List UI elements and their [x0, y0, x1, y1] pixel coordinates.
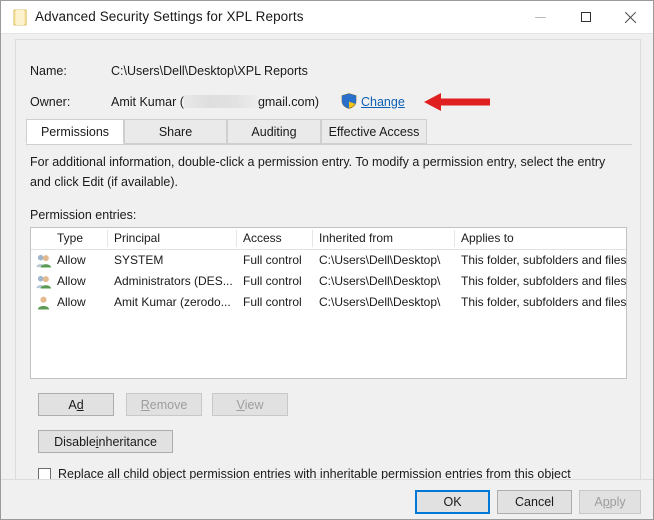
group-users-icon: [36, 254, 51, 268]
ok-button[interactable]: OK: [415, 490, 490, 514]
apply-button[interactable]: Ap ply: [579, 490, 641, 514]
redacted-email-block: [183, 95, 258, 108]
cell-principal: SYSTEM: [114, 253, 164, 267]
owner-value: Amit Kumar ( gmail.com): [111, 95, 319, 109]
close-icon: [624, 11, 637, 24]
cell-type: Allow: [57, 274, 86, 288]
owner-label: Owner:: [30, 95, 71, 109]
folder-icon: [13, 9, 27, 26]
maximize-icon: [580, 12, 591, 22]
cell-type: Allow: [57, 295, 86, 309]
remove-button[interactable]: Remove: [126, 393, 202, 416]
change-owner-link[interactable]: Change: [361, 95, 405, 109]
cell-applies-to: This folder, subfolders and files: [461, 295, 627, 309]
remove-label-post: emove: [149, 397, 188, 412]
tab-auditing[interactable]: Auditing: [227, 119, 321, 144]
table-row[interactable]: Allow Administrators (DES... Full contro…: [31, 271, 626, 292]
inherit-label-pre: Disable: [54, 434, 96, 449]
column-separator[interactable]: [454, 230, 455, 247]
cell-inherited-from: C:\Users\Dell\Desktop\: [319, 253, 441, 267]
name-value: C:\Users\Dell\Desktop\XPL Reports: [111, 64, 308, 78]
cell-inherited-from: C:\Users\Dell\Desktop\: [319, 295, 441, 309]
cell-applies-to: This folder, subfolders and files: [461, 274, 627, 288]
add-label-pre: A: [68, 397, 77, 412]
remove-label-accel: R: [140, 397, 150, 412]
disable-inheritance-button[interactable]: Disable i nheritance: [38, 430, 173, 453]
table-row[interactable]: Allow Amit Kumar (zerodo... Full control…: [31, 292, 626, 313]
column-header-access[interactable]: Access: [243, 231, 282, 245]
apply-label-accel: p: [602, 495, 610, 509]
minimize-icon: [535, 16, 546, 18]
tab-permissions[interactable]: Permissions: [26, 119, 124, 144]
tab-share[interactable]: Share: [124, 119, 227, 144]
permission-entries-label: Permission entries:: [30, 208, 137, 222]
close-button[interactable]: [608, 1, 653, 33]
column-separator[interactable]: [107, 230, 108, 247]
column-separator[interactable]: [312, 230, 313, 247]
cell-access: Full control: [243, 295, 302, 309]
window-title: Advanced Security Settings for XPL Repor…: [35, 9, 304, 24]
title-bar: Advanced Security Settings for XPL Repor…: [1, 1, 653, 34]
info-text: For additional information, double-click…: [30, 155, 606, 189]
view-button[interactable]: View: [212, 393, 288, 416]
column-header-principal[interactable]: Principal: [114, 231, 160, 245]
table-header-row: Type Principal Access Inherited from App…: [31, 228, 626, 250]
name-label: Name:: [30, 64, 67, 78]
red-arrow-icon: [424, 93, 490, 111]
cell-principal: Amit Kumar (zerodo...: [114, 295, 231, 309]
group-users-icon: [36, 275, 51, 289]
tab-effective-access[interactable]: Effective Access: [321, 119, 427, 144]
cell-access: Full control: [243, 274, 302, 288]
tab-strip: Permissions Share Auditing Effective Acc…: [26, 119, 632, 145]
single-user-icon: [37, 296, 50, 310]
apply-label-pre: A: [594, 495, 603, 509]
owner-name-suffix: gmail.com): [257, 95, 320, 109]
cell-applies-to: This folder, subfolders and files: [461, 253, 627, 267]
cell-access: Full control: [243, 253, 302, 267]
owner-name-prefix: Amit Kumar (: [111, 95, 184, 109]
column-header-applies-to[interactable]: Applies to: [461, 231, 514, 245]
cell-inherited-from: C:\Users\Dell\Desktop\: [319, 274, 441, 288]
column-header-type[interactable]: Type: [57, 231, 83, 245]
view-label-accel: V: [236, 397, 245, 412]
add-button[interactable]: Ad: [38, 393, 114, 416]
uac-shield-icon: [341, 93, 357, 109]
apply-label-post: ply: [609, 495, 626, 509]
inherit-label-post: nheritance: [98, 434, 157, 449]
table-row[interactable]: Allow SYSTEM Full control C:\Users\Dell\…: [31, 250, 626, 271]
column-header-inherited-from[interactable]: Inherited from: [319, 231, 393, 245]
advanced-security-settings-dialog: Advanced Security Settings for XPL Repor…: [0, 0, 654, 520]
cell-principal: Administrators (DES...: [114, 274, 233, 288]
add-label-accel: d: [76, 397, 84, 412]
cell-type: Allow: [57, 253, 86, 267]
cancel-button[interactable]: Cancel: [497, 490, 572, 514]
minimize-button[interactable]: [518, 1, 563, 33]
maximize-button[interactable]: [563, 1, 608, 33]
column-separator[interactable]: [236, 230, 237, 247]
view-label-post: iew: [244, 397, 264, 412]
dialog-body: Name: C:\Users\Dell\Desktop\XPL Reports …: [15, 39, 641, 481]
permission-entries-list[interactable]: Type Principal Access Inherited from App…: [30, 227, 627, 379]
